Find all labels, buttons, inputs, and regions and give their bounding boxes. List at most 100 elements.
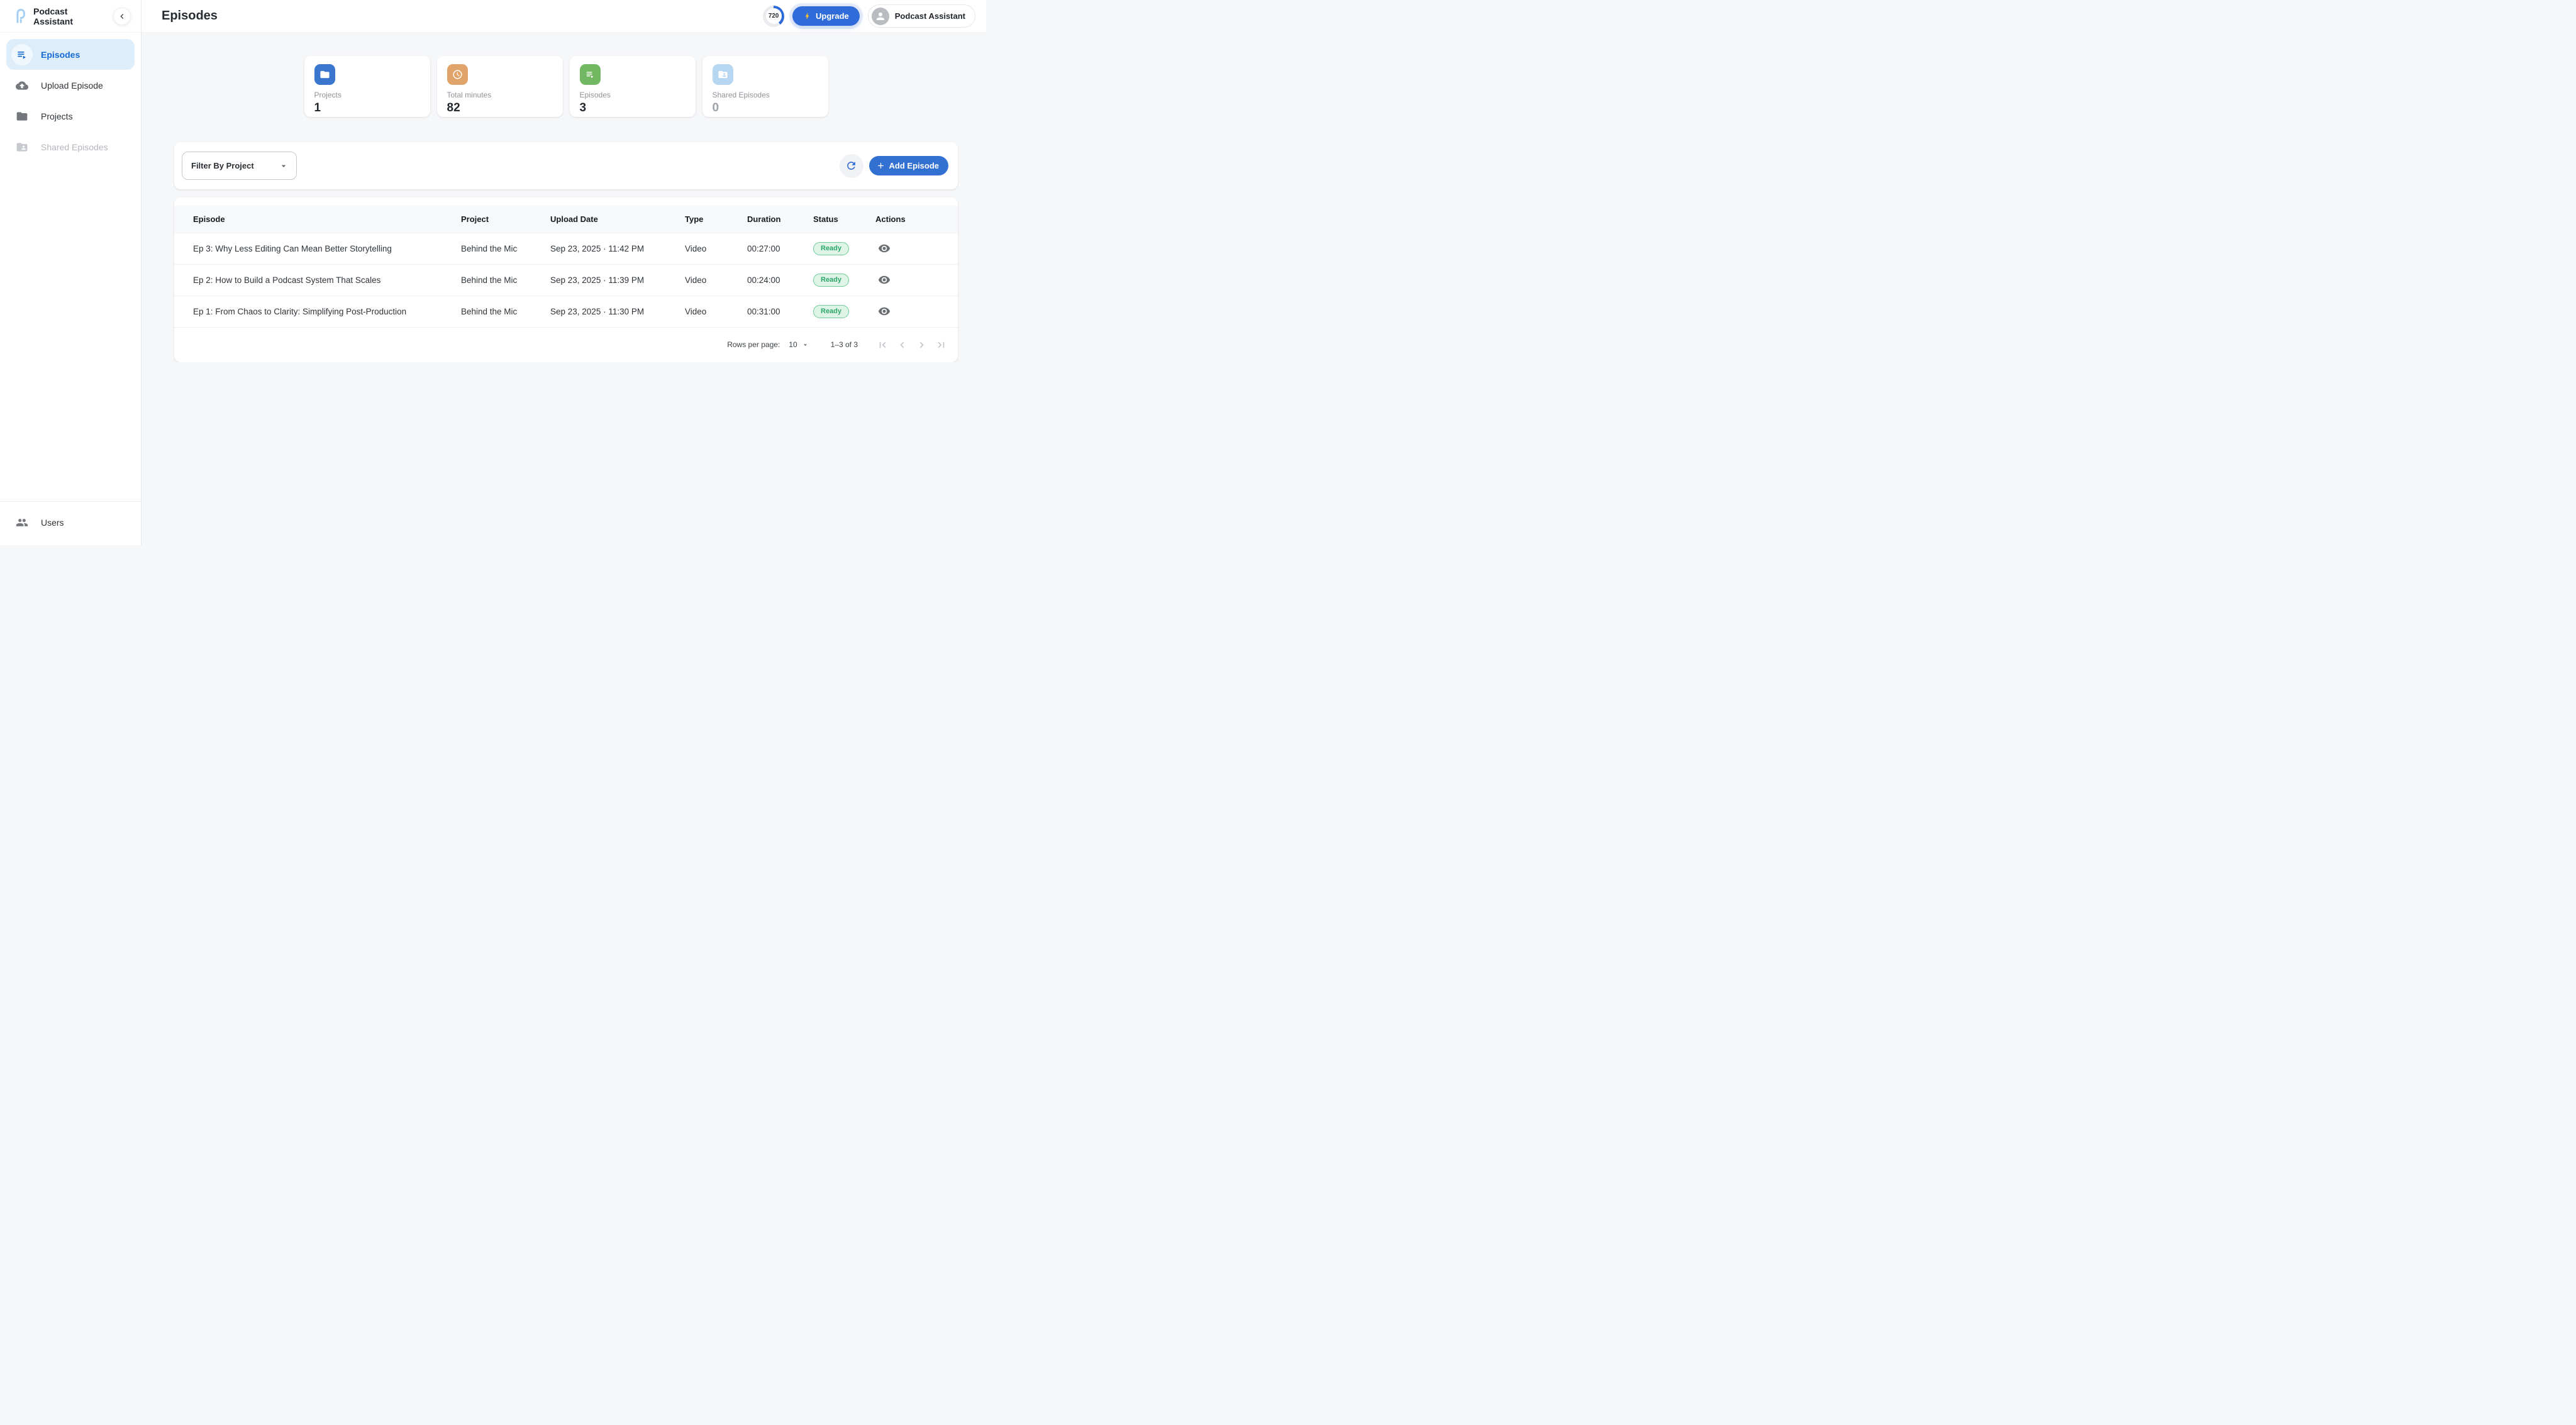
upload-date-cell: Sep 23, 2025 · 11:39 PM bbox=[545, 264, 680, 296]
stat-label: Projects bbox=[314, 91, 420, 99]
stat-value: 3 bbox=[580, 101, 686, 115]
cloud-upload-icon bbox=[11, 75, 33, 96]
sidebar-header: Podcast Assistant bbox=[0, 0, 141, 33]
view-episode-button[interactable] bbox=[875, 304, 893, 319]
rows-per-page-value: 10 bbox=[789, 340, 797, 349]
episode-title-cell: Ep 3: Why Less Editing Can Mean Better S… bbox=[174, 233, 456, 264]
stat-card-episodes: Episodes 3 bbox=[570, 56, 696, 117]
stats-row: Projects 1 Total minutes 82 Episodes 3 bbox=[174, 56, 958, 117]
playlist-play-icon bbox=[580, 64, 601, 85]
account-chip[interactable]: Podcast Assistant bbox=[868, 4, 975, 28]
episode-title-cell: Ep 2: How to Build a Podcast System That… bbox=[174, 264, 456, 296]
upgrade-button[interactable]: Upgrade bbox=[792, 6, 860, 26]
episodes-table-card: Episode Project Upload Date Type Duratio… bbox=[174, 197, 958, 362]
column-header-actions: Actions bbox=[870, 206, 958, 233]
sidebar-item-users[interactable]: Users bbox=[6, 507, 135, 538]
status-badge: Ready bbox=[813, 242, 849, 255]
stat-card-shared-episodes: Shared Episodes 0 bbox=[702, 56, 828, 117]
add-episode-button[interactable]: Add Episode bbox=[869, 156, 948, 175]
status-badge: Ready bbox=[813, 274, 849, 287]
refresh-button[interactable] bbox=[840, 154, 863, 178]
rows-per-page-label: Rows per page: bbox=[727, 340, 780, 349]
table-row: Ep 1: From Chaos to Clarity: Simplifying… bbox=[174, 296, 958, 327]
actions-cell bbox=[870, 296, 958, 327]
refresh-icon bbox=[845, 160, 857, 172]
credits-value: 720 bbox=[766, 8, 782, 24]
chevron-left-icon bbox=[117, 11, 127, 21]
column-header-type: Type bbox=[680, 206, 742, 233]
playlist-play-icon bbox=[11, 44, 33, 65]
sidebar-item-label: Shared Episodes bbox=[41, 142, 108, 152]
column-header-upload-date: Upload Date bbox=[545, 206, 680, 233]
sidebar-collapse-button[interactable] bbox=[113, 8, 131, 25]
duration-cell: 00:24:00 bbox=[742, 264, 808, 296]
first-page-icon bbox=[877, 339, 889, 351]
stat-label: Episodes bbox=[580, 91, 686, 99]
folder-shared-icon bbox=[713, 64, 733, 85]
filter-select-value: Filter By Project bbox=[191, 161, 254, 170]
credits-ring: 720 bbox=[763, 6, 784, 27]
table-row: Ep 3: Why Less Editing Can Mean Better S… bbox=[174, 233, 958, 264]
column-header-duration: Duration bbox=[742, 206, 808, 233]
stat-value: 1 bbox=[314, 101, 420, 115]
content-area: Projects 1 Total minutes 82 Episodes 3 bbox=[142, 33, 986, 362]
view-episode-button[interactable] bbox=[875, 241, 893, 256]
column-header-episode: Episode bbox=[174, 206, 456, 233]
table-header-row: Episode Project Upload Date Type Duratio… bbox=[174, 206, 958, 233]
previous-page-button[interactable] bbox=[894, 336, 910, 353]
status-cell: Ready bbox=[808, 264, 870, 296]
sidebar: Podcast Assistant Episodes Upload Episod… bbox=[0, 0, 142, 545]
sidebar-item-projects[interactable]: Projects bbox=[6, 101, 135, 131]
sidebar-item-episodes[interactable]: Episodes bbox=[6, 39, 135, 70]
status-badge: Ready bbox=[813, 305, 849, 318]
view-episode-button[interactable] bbox=[875, 272, 893, 287]
next-page-button[interactable] bbox=[913, 336, 930, 353]
dropdown-arrow-icon bbox=[801, 341, 809, 349]
status-cell: Ready bbox=[808, 296, 870, 327]
top-header: Episodes 720 Upgrade Podcast Assistant bbox=[142, 0, 986, 33]
group-icon bbox=[11, 512, 33, 533]
rows-per-page-select[interactable]: 10 bbox=[789, 340, 809, 349]
pagination-range-label: 1–3 of 3 bbox=[831, 340, 858, 349]
app-root: Podcast Assistant Episodes Upload Episod… bbox=[0, 0, 986, 545]
eye-icon bbox=[878, 274, 891, 286]
duration-cell: 00:31:00 bbox=[742, 296, 808, 327]
sidebar-item-upload-episode[interactable]: Upload Episode bbox=[6, 70, 135, 101]
column-header-status: Status bbox=[808, 206, 870, 233]
project-cell: Behind the Mic bbox=[456, 264, 545, 296]
folder-icon bbox=[314, 64, 335, 85]
account-name: Podcast Assistant bbox=[895, 11, 965, 21]
filter-by-project-select[interactable]: Filter By Project bbox=[182, 152, 297, 180]
stat-label: Shared Episodes bbox=[713, 91, 818, 99]
type-cell: Video bbox=[680, 296, 742, 327]
last-page-icon bbox=[935, 339, 947, 351]
stat-value: 82 bbox=[447, 101, 553, 115]
last-page-button[interactable] bbox=[933, 336, 949, 353]
episodes-table: Episode Project Upload Date Type Duratio… bbox=[174, 206, 958, 328]
eye-icon bbox=[878, 242, 891, 255]
stat-card-projects: Projects 1 bbox=[304, 56, 430, 117]
table-pagination: Rows per page: 10 1–3 of 3 bbox=[174, 328, 958, 362]
actions-cell bbox=[870, 233, 958, 264]
episode-title-cell: Ep 1: From Chaos to Clarity: Simplifying… bbox=[174, 296, 456, 327]
column-header-project: Project bbox=[456, 206, 545, 233]
table-row: Ep 2: How to Build a Podcast System That… bbox=[174, 264, 958, 296]
sidebar-footer: Users bbox=[0, 501, 141, 545]
status-cell: Ready bbox=[808, 233, 870, 264]
stat-label: Total minutes bbox=[447, 91, 553, 99]
sidebar-title: Podcast Assistant bbox=[33, 6, 107, 26]
sidebar-item-label: Projects bbox=[41, 111, 73, 121]
project-cell: Behind the Mic bbox=[456, 296, 545, 327]
first-page-button[interactable] bbox=[874, 336, 891, 353]
dropdown-arrow-icon bbox=[279, 161, 289, 171]
stat-card-total-minutes: Total minutes 82 bbox=[437, 56, 563, 117]
sidebar-item-label: Episodes bbox=[41, 50, 80, 60]
main-area: Episodes 720 Upgrade Podcast Assistant bbox=[142, 0, 986, 545]
sidebar-item-shared-episodes[interactable]: Shared Episodes bbox=[6, 131, 135, 162]
filter-bar: Filter By Project Add Episode bbox=[174, 142, 958, 189]
upload-date-cell: Sep 23, 2025 · 11:42 PM bbox=[545, 233, 680, 264]
sidebar-nav: Episodes Upload Episode Projects Shared … bbox=[0, 33, 141, 162]
upload-date-cell: Sep 23, 2025 · 11:30 PM bbox=[545, 296, 680, 327]
clock-icon bbox=[447, 64, 468, 85]
chevron-left-icon bbox=[896, 339, 908, 351]
